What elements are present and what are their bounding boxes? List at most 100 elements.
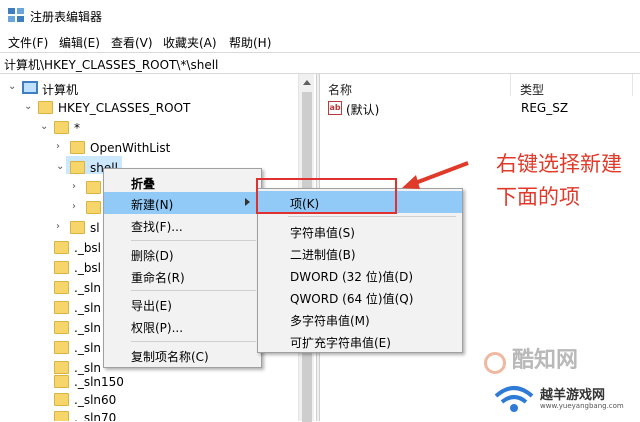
sub-expandable-string-value[interactable]: 可扩充字符串值(E) [258,330,462,352]
tree-label: OpenWithList [90,141,171,155]
value-type: REG_SZ [521,101,569,115]
tree-node-computer[interactable]: ⌄ 计算机 [0,78,300,98]
tree-label: ._sln [74,281,102,295]
value-row-default[interactable]: ab (默认) REG_SZ [328,100,628,118]
sub-label: DWORD (32 位)值(D) [290,270,413,284]
scroll-up-arrow-icon[interactable] [303,80,311,85]
sub-qword-value[interactable]: QWORD (64 位)值(Q) [258,286,462,308]
sub-multi-string-value[interactable]: 多字符串值(M) [258,308,462,330]
annotation-arrow-icon [402,161,469,189]
column-divider[interactable] [632,74,633,96]
ctx-label: 折叠 [131,177,156,191]
collapse-caret-icon[interactable]: ⌄ [40,121,48,132]
tree-label: HKEY_CLASSES_ROOT [58,101,191,115]
ctx-label: 重命名(R) [131,271,185,285]
title-bar: 注册表编辑器 [0,0,640,30]
tree-node-star[interactable]: ⌄ * [0,118,300,138]
folder-icon [54,281,69,294]
watermark-wifi-logo-icon [494,386,534,412]
ctx-rename[interactable]: 重命名(R) [104,265,261,287]
tree-node-item[interactable]: ._sln150 [0,372,300,392]
expand-caret-icon[interactable]: › [56,141,60,152]
tree-label: ._sln70 [74,411,117,421]
sub-label: 二进制值(B) [290,248,356,262]
sub-label: 多字符串值(M) [290,314,370,328]
ctx-collapse[interactable]: 折叠 [104,171,261,193]
ctx-label: 权限(P)... [131,321,184,335]
folder-icon [54,341,69,354]
string-value-icon: ab [328,101,342,115]
expand-caret-icon[interactable]: › [56,221,60,232]
menu-favorites[interactable]: 收藏夹(A) [163,34,217,51]
tree-node-item[interactable]: ._sln60 [0,390,300,410]
value-name: (默认) [346,103,380,117]
sub-label: 可扩充字符串值(E) [290,336,391,350]
folder-icon [54,241,69,254]
menu-separator [288,216,456,217]
tree-label: ._sln [74,321,102,335]
ctx-permissions[interactable]: 权限(P)... [104,315,261,337]
ctx-label: 复制项名称(C) [131,350,209,364]
folder-icon [70,161,85,174]
menu-view[interactable]: 查看(V) [111,34,153,51]
address-path[interactable]: 计算机\HKEY_CLASSES_ROOT\*\shell [4,56,218,73]
tree-label: ._sln [74,341,102,355]
menu-edit[interactable]: 编辑(E) [59,34,100,51]
expand-caret-icon[interactable]: › [72,181,76,192]
folder-icon [54,393,69,406]
folder-icon [54,121,69,134]
ctx-label: 查找(F)... [131,220,183,234]
menu-file[interactable]: 文件(F) [8,34,48,51]
menu-separator [131,240,256,241]
tree-label: ._bsl [74,241,102,255]
folder-icon [54,375,69,388]
ctx-export[interactable]: 导出(E) [104,293,261,315]
tree-label: ._bsl [74,261,102,275]
computer-icon [22,81,38,94]
tree-label: ._sln60 [74,393,117,407]
annotation-text: 右键选择新建下面的项 [496,152,622,209]
submenu-arrow-icon [245,198,250,206]
ctx-new[interactable]: 新建(N) [104,192,261,214]
watermark-site-url: www.yueyangbang.com [540,402,624,410]
ctx-find[interactable]: 查找(F)... [104,214,261,236]
sub-dword-value[interactable]: DWORD (32 位)值(D) [258,264,462,286]
regedit-app-icon [8,8,24,22]
folder-icon [54,321,69,334]
folder-icon [70,221,85,234]
menu-help[interactable]: 帮助(H) [229,34,271,51]
ctx-label: 删除(D) [131,249,174,263]
tree-node-openwithlist[interactable]: › OpenWithList [0,138,300,158]
tree-label: * [74,121,80,135]
watermark-logo-icon [484,352,506,374]
column-header-name[interactable]: 名称 [328,81,352,98]
folder-icon [54,261,69,274]
ctx-label: 导出(E) [131,299,172,313]
ctx-copy-key-name[interactable]: 复制项名称(C) [104,344,261,366]
collapse-caret-icon[interactable]: ⌄ [24,101,32,112]
sub-binary-value[interactable]: 二进制值(B) [258,242,462,264]
folder-icon [38,101,53,114]
folder-icon [86,201,101,214]
context-menu: 折叠 新建(N) 查找(F)... 删除(D) 重命名(R) 导出(E) 权限(… [103,168,262,368]
collapse-caret-icon[interactable]: ⌄ [56,161,64,172]
tree-label: sl [90,221,100,235]
menu-separator [131,341,256,342]
sub-label: QWORD (64 位)值(Q) [290,292,414,306]
menu-separator [131,290,256,291]
column-divider[interactable] [510,74,511,96]
tree-node-hkcr[interactable]: ⌄ HKEY_CLASSES_ROOT [0,98,300,118]
watermark-site-name: 越羊游戏网 [540,388,606,403]
column-header-type[interactable]: 类型 [520,81,544,98]
folder-icon [70,141,85,154]
tree-node-item[interactable]: ._sln70 [0,408,300,421]
ctx-delete[interactable]: 删除(D) [104,243,261,265]
address-bar[interactable]: 计算机\HKEY_CLASSES_ROOT\*\shell [0,52,640,74]
expand-caret-icon[interactable]: › [72,201,76,212]
collapse-caret-icon[interactable]: ⌄ [8,81,16,92]
tree-label: 计算机 [42,83,79,97]
tree-label: ._sln [74,301,102,315]
sub-string-value[interactable]: 字符串值(S) [258,220,462,242]
window-title: 注册表编辑器 [30,10,103,24]
folder-icon [54,411,69,421]
